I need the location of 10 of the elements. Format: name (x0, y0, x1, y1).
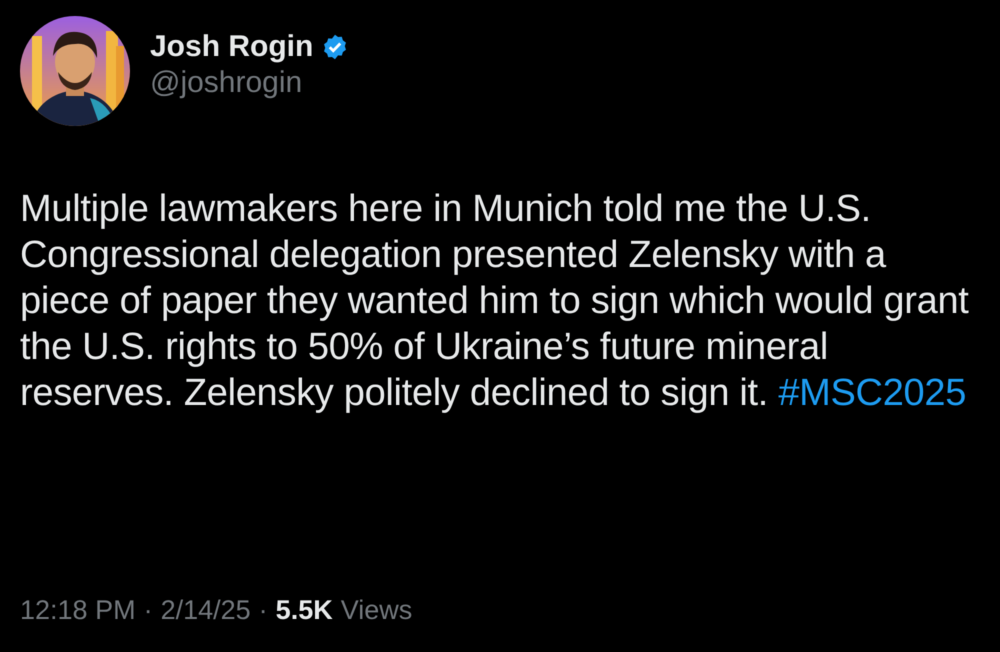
tweet-date[interactable]: 2/14/25 (160, 595, 251, 626)
author-name[interactable]: Josh Rogin (150, 30, 314, 64)
tweet-text: Multiple lawmakers here in Munich told me the U.S. Congressional delegation presented Zelensky with a piece of paper they wanted him to sign which would grant the U.S. rights to 50% of Ukraine’s future mineral reserves. Zelensky politely declined to sign it. #MSC2025 (20, 187, 970, 416)
hashtag-link[interactable]: #MSC2025 (778, 372, 966, 414)
tweet-time[interactable]: 12:18 PM (20, 595, 136, 626)
views-label: Views (340, 595, 412, 626)
views-count: 5.5K (276, 595, 333, 626)
separator-dot: · (144, 595, 153, 626)
separator-dot: · (258, 595, 268, 626)
author-handle[interactable]: @joshrogin (150, 66, 350, 100)
